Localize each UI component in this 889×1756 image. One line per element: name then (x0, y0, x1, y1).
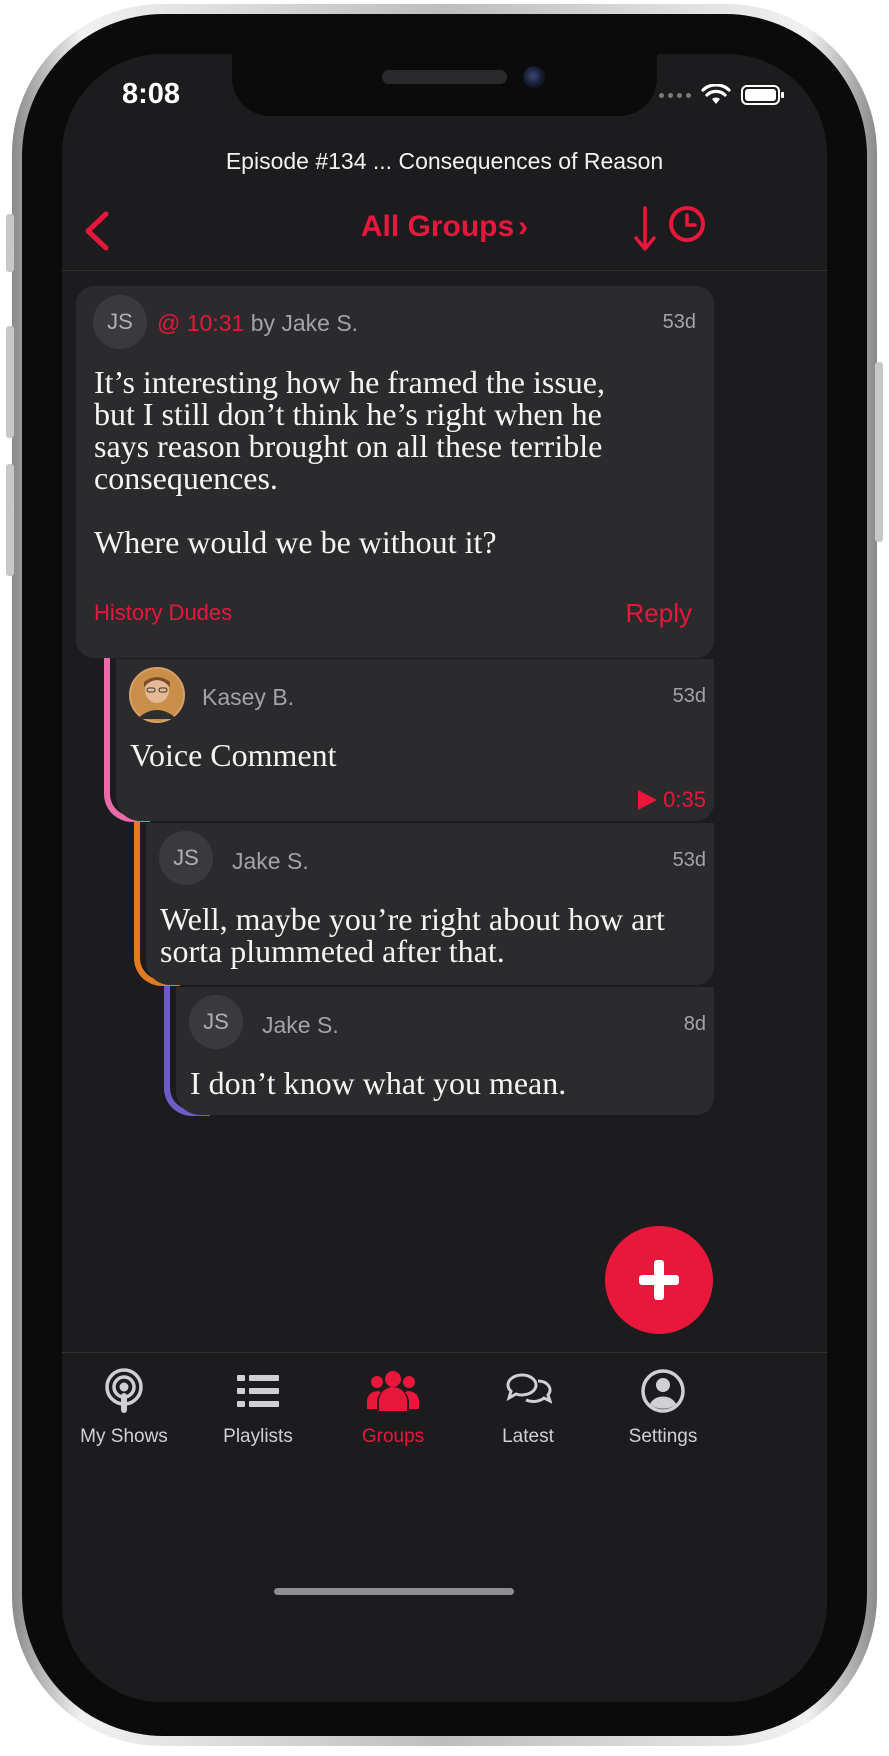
download-icon[interactable] (632, 204, 658, 254)
list-icon (237, 1375, 279, 1407)
chat-bubbles-icon (506, 1373, 553, 1404)
header-divider (62, 270, 827, 271)
comment-meta: @ 10:31 by Jake S. (157, 310, 358, 337)
comment-line: but I still don’t think he’s right when … (94, 396, 602, 432)
comment-line: It’s interesting how he framed the issue… (94, 364, 605, 400)
tab-my-shows[interactable]: My Shows (62, 1367, 194, 1448)
comment-author: Jake S. (232, 848, 309, 874)
comment-body: It’s interesting how he framed the issue… (94, 366, 704, 558)
user-circle-icon (641, 1369, 685, 1413)
tab-settings[interactable]: Settings (593, 1367, 733, 1448)
voice-duration: 0:35 (663, 787, 706, 812)
comment-age: 53d (662, 311, 696, 333)
reply-button[interactable]: Reply (626, 598, 692, 629)
tab-label: Groups (361, 1426, 425, 1447)
notch (232, 54, 657, 116)
comment-timestamp-link[interactable]: @ 10:31 (157, 310, 244, 336)
signal-icon (659, 92, 691, 98)
wifi-icon (701, 84, 731, 104)
battery-icon (741, 85, 784, 105)
reply-card[interactable]: Kasey B. 53d Voice Comment 0:35 (116, 659, 714, 821)
tab-bar: My Shows Playlists Groups Latest Setting… (62, 1352, 827, 1702)
status-icons (659, 84, 785, 106)
status-time: 8:08 (122, 78, 181, 110)
tab-label: Settings (628, 1426, 698, 1447)
mute-switch (6, 214, 14, 272)
comment-card[interactable]: JS @ 10:31 by Jake S. 53d It’s interesti… (76, 286, 714, 658)
tab-groups[interactable]: Groups (323, 1367, 463, 1448)
speaker (382, 70, 507, 84)
comment-age: 53d (672, 849, 706, 871)
tab-playlists[interactable]: Playlists (188, 1367, 328, 1448)
plus-icon (639, 1260, 679, 1300)
reply-card[interactable]: JS Jake S. 53d Well, maybe you’re right … (146, 823, 714, 985)
comment-line: says reason brought on all these terribl… (94, 428, 603, 464)
screen: 8:08 Episode #134 ... Consequences of Re… (62, 54, 827, 1702)
camera (523, 66, 545, 88)
comment-age: 8d (683, 1013, 706, 1035)
tab-latest[interactable]: Latest (458, 1367, 598, 1448)
episode-title: Episode #134 ... Consequences of Reason (225, 148, 664, 174)
comment-age: 53d (672, 685, 706, 707)
tab-label: Latest (502, 1426, 554, 1447)
comment-body: I don’t know what you mean. (190, 1065, 567, 1101)
avatar[interactable]: JS (189, 995, 243, 1049)
reply-card[interactable]: JS Jake S. 8d I don’t know what you mean… (176, 987, 714, 1115)
tab-label: My Shows (80, 1426, 168, 1447)
comment-author: Kasey B. (202, 684, 295, 710)
comment-line: sorta plummeted after that. (160, 933, 505, 969)
nav-title: All Groups (360, 210, 515, 243)
comment-line: consequences. (94, 460, 278, 496)
comment-body: Well, maybe you’re right about how art s… (160, 903, 708, 967)
comment-author: Jake S. (262, 1012, 339, 1038)
volume-up-button (6, 326, 14, 438)
avatar[interactable]: JS (93, 295, 147, 349)
power-button (875, 362, 883, 542)
comment-line: Well, maybe you’re right about how art (160, 901, 665, 937)
chevron-right-icon: › (518, 210, 529, 243)
comment-line: Where would we be without it? (94, 524, 497, 560)
avatar[interactable] (129, 667, 185, 723)
play-icon (638, 790, 658, 810)
tab-label: Playlists (223, 1426, 293, 1447)
home-indicator[interactable] (274, 1588, 514, 1595)
podcast-icon (105, 1368, 143, 1413)
avatar[interactable]: JS (159, 831, 213, 885)
add-comment-button[interactable] (605, 1226, 713, 1334)
play-voice-button[interactable]: 0:35 (635, 787, 706, 813)
group-link[interactable]: History Dudes (94, 600, 232, 626)
groups-icon (367, 1371, 419, 1411)
comment-author: by Jake S. (250, 310, 359, 336)
volume-down-button (6, 464, 14, 576)
comment-body: Voice Comment (130, 737, 337, 773)
all-groups-button[interactable]: All Groups › (62, 210, 827, 244)
clock-icon[interactable] (666, 204, 710, 248)
